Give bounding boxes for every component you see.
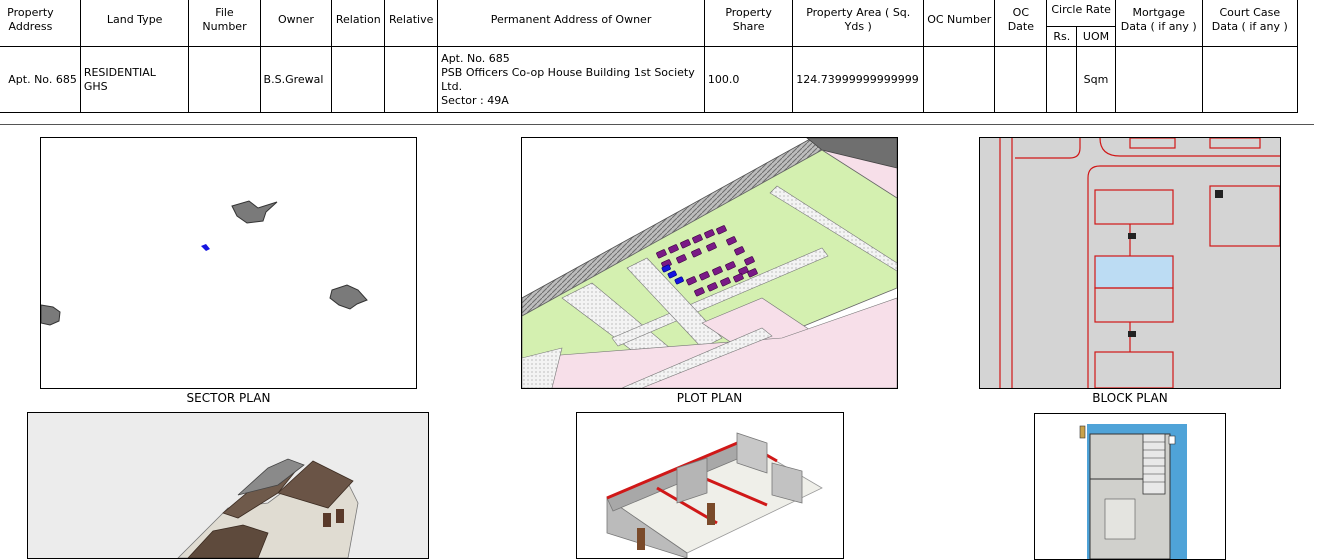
cell-land-type: RESIDENTIAL GHS (79, 46, 190, 113)
header-file-number: File Number (188, 0, 261, 47)
cell-property-address: Apt. No. 685 (0, 46, 81, 113)
cell-mortgage (1114, 46, 1203, 113)
header-rs: Rs. (1046, 26, 1078, 47)
property-table: Property Address Land Type File Number O… (0, 0, 1299, 113)
building-3d-image (27, 412, 429, 559)
cell-relative (384, 46, 439, 113)
table-row: Apt. No. 685 RESIDENTIAL GHS B.S.Grewal … (0, 46, 1299, 113)
header-relation: Relation (331, 0, 386, 47)
plot-plan-image (521, 137, 898, 389)
cell-oc-date (994, 46, 1048, 113)
header-property-address: Property Address (0, 0, 81, 47)
sector-plan-image (40, 137, 417, 389)
address-line: PSB Officers Co-op House Building 1st So… (441, 65, 695, 93)
cell-property-area: 124.73999999999999 (792, 46, 925, 113)
land-type-line: GHS (83, 79, 108, 93)
land-type-line: RESIDENTIAL (83, 65, 156, 79)
block-plan-image (979, 137, 1281, 389)
header-mortgage: Mortgage Data ( if any ) (1114, 0, 1203, 47)
header-relative: Relative (384, 0, 439, 47)
cell-permanent-address: Apt. No. 685 PSB Officers Co-op House Bu… (437, 46, 705, 113)
section-divider (0, 124, 1314, 125)
cell-owner: B.S.Grewal (259, 46, 333, 113)
cell-property-share: 100.0 (703, 46, 794, 113)
block-plan-caption: BLOCK PLAN (1092, 391, 1168, 405)
cell-court-case (1201, 46, 1299, 113)
header-circle-rate: Circle Rate (1046, 0, 1116, 27)
header-property-share: Property Share (703, 0, 794, 47)
header-court-case: Court Case Data ( if any ) (1201, 0, 1299, 47)
cell-relation (331, 46, 386, 113)
header-oc-date: OC Date (994, 0, 1048, 47)
cell-rs (1046, 46, 1078, 113)
sector-plan-caption: SECTOR PLAN (186, 391, 271, 405)
cell-oc-number (923, 46, 996, 113)
cell-file-number (188, 46, 261, 113)
header-owner: Owner (259, 0, 333, 47)
header-property-area: Property Area ( Sq. Yds ) (792, 0, 925, 47)
plot-plan-caption: PLOT PLAN (676, 391, 743, 405)
address-line: Apt. No. 685 (441, 51, 510, 65)
header-uom: UOM (1076, 26, 1116, 47)
floor-plan-image (1034, 413, 1226, 560)
address-line: Sector : 49A (441, 93, 509, 107)
header-land-type: Land Type (79, 0, 190, 47)
cell-uom: Sqm (1076, 46, 1116, 113)
header-permanent-address: Permanent Address of Owner (437, 0, 705, 47)
header-oc-number: OC Number (923, 0, 996, 47)
unit-3d-image (576, 412, 844, 559)
